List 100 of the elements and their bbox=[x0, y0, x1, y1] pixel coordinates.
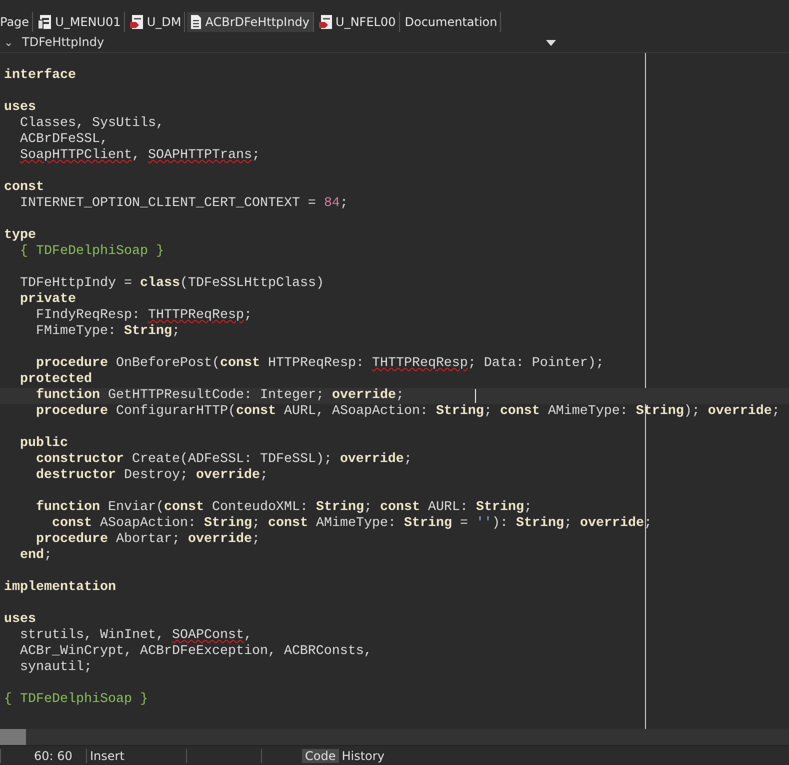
code-text: ; bbox=[252, 148, 260, 163]
keyword: String bbox=[476, 500, 524, 515]
code-text: FMimeType: bbox=[36, 324, 117, 339]
code-text: Destroy; bbox=[124, 468, 189, 483]
keyword: override bbox=[580, 516, 644, 531]
misspelled-identifier: SOAPHTTPTrans bbox=[148, 148, 252, 163]
keyword: interface bbox=[4, 68, 76, 83]
class-selector-text: TDFeHttpIndy bbox=[22, 35, 104, 49]
keyword: override bbox=[332, 388, 396, 403]
code-text: Abortar; bbox=[116, 532, 181, 547]
keyword: function bbox=[36, 500, 100, 515]
edit-mode: Insert bbox=[87, 748, 187, 762]
keyword: String bbox=[404, 516, 452, 531]
code-text: ; bbox=[340, 196, 348, 211]
code-text: ASoapAction: bbox=[100, 516, 197, 531]
keyword: type bbox=[4, 228, 36, 243]
keyword: class bbox=[140, 276, 180, 291]
number-literal: 84 bbox=[324, 196, 340, 211]
code-text: ; bbox=[484, 404, 493, 419]
code-text: ConteudoXML: bbox=[212, 500, 309, 515]
cursor-position: 60: 60 bbox=[0, 748, 87, 762]
keyword: const bbox=[380, 500, 420, 515]
keyword: override bbox=[188, 532, 252, 547]
keyword: private bbox=[20, 292, 76, 307]
code-text: ConfigurarHTTP( bbox=[116, 404, 236, 419]
keyword: end bbox=[20, 548, 44, 563]
keyword: protected bbox=[20, 372, 92, 387]
code-text: AMimeType: bbox=[548, 404, 629, 419]
code-text: ; bbox=[564, 516, 573, 531]
code-text: OnBeforePost( bbox=[116, 356, 220, 371]
view-tab[interactable]: Code bbox=[302, 748, 339, 762]
scrollbar-thumb[interactable] bbox=[0, 729, 26, 745]
keyword: String bbox=[316, 500, 364, 515]
view-tab[interactable]: History bbox=[338, 748, 388, 762]
keyword: String bbox=[516, 516, 564, 531]
code-text: HTTPReqResp: bbox=[268, 356, 365, 371]
keyword: procedure bbox=[36, 404, 108, 419]
code-text: ; bbox=[404, 452, 412, 467]
keyword: uses bbox=[4, 100, 36, 115]
keyword: function bbox=[36, 388, 100, 403]
code-text: ; bbox=[396, 388, 404, 403]
code-text: ; bbox=[44, 548, 52, 563]
keyword: const bbox=[500, 404, 540, 419]
keyword: const bbox=[4, 180, 44, 195]
misspelled-identifier: SoapHTTPClient bbox=[20, 148, 132, 163]
code-text: INTERNET_OPTION_CLIENT_CERT_CONTEXT = bbox=[20, 196, 317, 211]
keyword: const bbox=[268, 516, 308, 531]
string-literal: '' bbox=[476, 516, 492, 531]
keyword: String bbox=[124, 324, 172, 339]
code-text: ; bbox=[644, 516, 652, 531]
code-text: = bbox=[460, 516, 469, 531]
keyword: override bbox=[196, 468, 260, 483]
document-icon bbox=[190, 14, 202, 30]
keyword: constructor bbox=[36, 452, 124, 467]
code-text: AURL: bbox=[428, 500, 469, 515]
code-text: synautil; bbox=[20, 660, 92, 675]
keyword: String bbox=[436, 404, 484, 419]
code-text: TDFeHttpIndy = bbox=[20, 276, 133, 291]
comment: { TDFeDelphiSoap } bbox=[4, 692, 148, 707]
misspelled-identifier: SOAPConst bbox=[172, 628, 244, 643]
code-text: ; bbox=[172, 324, 180, 339]
module-file-icon bbox=[318, 14, 333, 30]
code-text: , bbox=[132, 148, 141, 163]
keyword: implementation bbox=[4, 580, 116, 595]
comment: { TDFeDelphiSoap } bbox=[20, 244, 164, 259]
misspelled-identifier: THTTPReqResp bbox=[372, 356, 468, 371]
code-text: AURL, ASoapAction: bbox=[284, 404, 429, 419]
code-text: Create(ADFeSSL: TDFeSSL); bbox=[132, 452, 333, 467]
code-text: AMimeType: bbox=[316, 516, 397, 531]
code-text: (TDFeSSLHttpClass) bbox=[180, 276, 324, 291]
code-text: ; bbox=[524, 500, 532, 515]
code-text: ; bbox=[244, 308, 252, 323]
keyword: const bbox=[52, 516, 92, 531]
code-text: GetHTTPResultCode: Integer; bbox=[108, 388, 325, 403]
code-text: ; bbox=[252, 516, 261, 531]
keyword: procedure bbox=[36, 356, 108, 371]
code-text: strutils, WinInet, bbox=[20, 628, 165, 643]
code-text: , bbox=[244, 628, 252, 643]
keyword: public bbox=[20, 436, 68, 451]
code-text: ; Data: Pointer); bbox=[468, 356, 604, 371]
code-text: ACBrDFeSSL, bbox=[20, 132, 108, 147]
code-text: ACBr_WinCrypt, ACBrDFeException, ACBRConsts, bbox=[20, 644, 372, 659]
file-tab[interactable]: ACBrDFeHttpIndy bbox=[187, 12, 314, 32]
code-text: ; bbox=[364, 500, 373, 515]
module-file-icon bbox=[130, 14, 144, 30]
code-text: ): bbox=[492, 516, 509, 531]
code-text: Enviar( bbox=[108, 500, 164, 515]
collapse-chevron[interactable]: ⌄ bbox=[4, 36, 18, 48]
code-text: ; bbox=[772, 404, 780, 419]
dropdown-arrow-icon[interactable] bbox=[546, 40, 556, 46]
keyword: destructor bbox=[36, 468, 116, 483]
keyword: String bbox=[204, 516, 252, 531]
keyword: uses bbox=[4, 612, 36, 627]
text-caret bbox=[475, 389, 476, 403]
keyword: procedure bbox=[36, 532, 108, 547]
code-text: Classes, SysUtils, bbox=[20, 116, 164, 131]
code-text: FIndyReqResp: bbox=[36, 308, 141, 323]
misspelled-identifier: THTTPReqResp bbox=[148, 308, 244, 323]
keyword: override bbox=[708, 404, 772, 419]
keyword: const bbox=[236, 404, 276, 419]
